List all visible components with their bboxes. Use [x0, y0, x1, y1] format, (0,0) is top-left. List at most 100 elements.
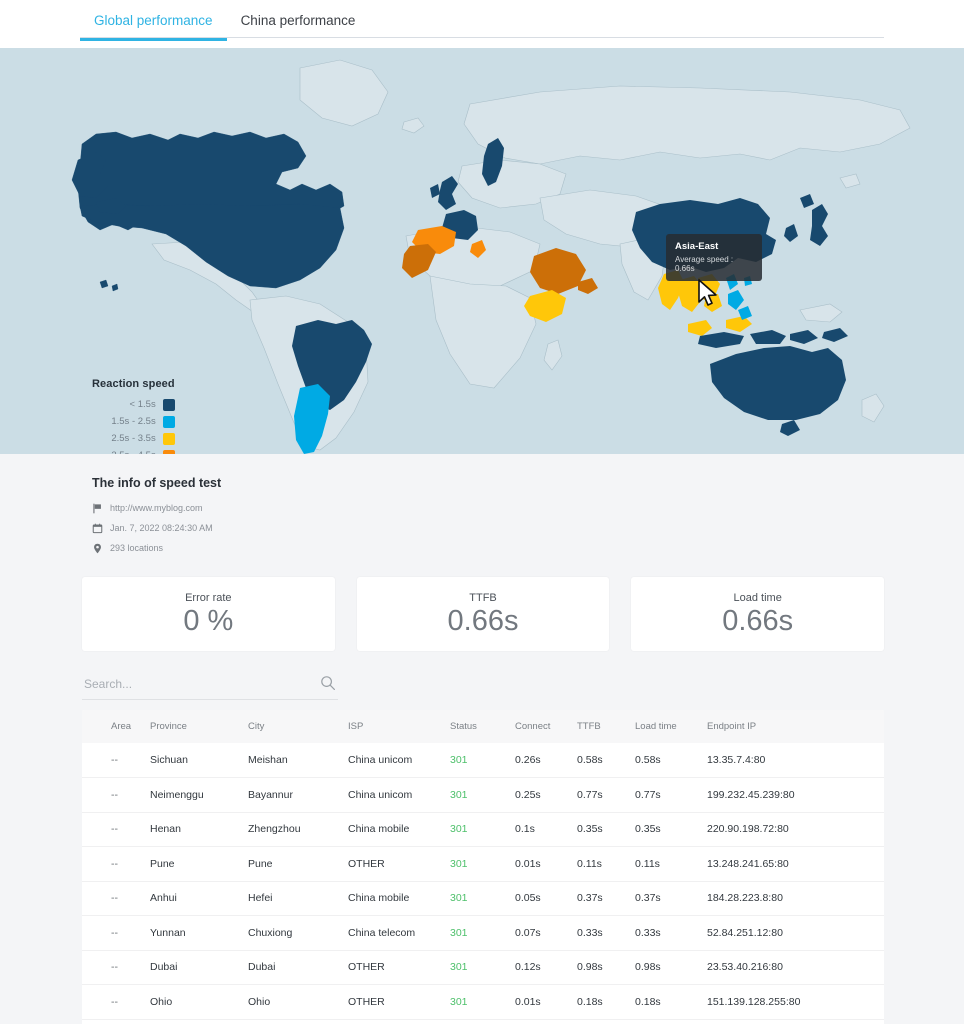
- col-header-province[interactable]: Province: [150, 710, 248, 743]
- table-row[interactable]: -- Ohio Ohio OTHER 301 0.01s 0.18s 0.18s…: [82, 984, 884, 1020]
- speed-test-info-title: The info of speed test: [92, 476, 222, 490]
- cell-load-time: 0.18s: [635, 984, 707, 1020]
- cell-endpoint-ip: 220.90.198.72:80: [707, 812, 884, 847]
- info-row-locations: 293 locations: [92, 539, 964, 557]
- metric-card-ttfb: TTFB 0.66s: [356, 577, 610, 651]
- metric-error-rate-value: 0 %: [183, 604, 234, 637]
- cell-status: 301: [450, 812, 515, 847]
- legend-item-1: 1.5s - 2.5s: [92, 413, 175, 430]
- results-table-head: Area Province City ISP Status Connect TT…: [82, 710, 884, 743]
- legend-item-0: < 1.5s: [92, 396, 175, 413]
- cell-area: --: [82, 984, 150, 1020]
- cell-endpoint-ip: 13.248.241.65:80: [707, 846, 884, 882]
- cell-status: 301: [450, 881, 515, 916]
- cell-area: --: [82, 915, 150, 951]
- metric-error-rate-label: Error rate: [185, 591, 232, 604]
- cell-status: 301: [450, 950, 515, 985]
- cell-load-time: 0.35s: [635, 812, 707, 847]
- cell-isp: China mobile: [348, 881, 450, 916]
- table-row[interactable]: -- Yunnan Chuxiong China telecom 301 0.0…: [82, 915, 884, 951]
- cell-province: Henan: [150, 812, 248, 847]
- cell-area: --: [82, 812, 150, 847]
- mouse-cursor-icon: [698, 279, 717, 306]
- cell-city: Ohio: [248, 984, 348, 1020]
- cell-endpoint-ip: 13.35.7.4:80: [707, 743, 884, 778]
- col-header-isp[interactable]: ISP: [348, 710, 450, 743]
- cell-province: Yunnan: [150, 915, 248, 951]
- table-row[interactable]: -- Dubai Dubai OTHER 301 0.12s 0.98s 0.9…: [82, 950, 884, 985]
- metric-card-load-time: Load time 0.66s: [631, 577, 885, 651]
- col-header-area[interactable]: Area: [82, 710, 150, 743]
- table-row[interactable]: -- Neimenggu Bayannur China unicom 301 0…: [82, 777, 884, 813]
- info-locations-text: 293 locations: [110, 543, 164, 553]
- metric-load-time-label: Load time: [733, 591, 782, 604]
- cell-isp: China telecom: [348, 915, 450, 951]
- table-row[interactable]: -- Anhui Hefei China mobile 301 0.05s 0.…: [82, 881, 884, 916]
- map-legend-title: Reaction speed: [92, 378, 175, 390]
- world-map[interactable]: Reaction speed < 1.5s 1.5s - 2.5s 2.5s -…: [0, 48, 964, 454]
- col-header-status[interactable]: Status: [450, 710, 515, 743]
- map-legend: Reaction speed < 1.5s 1.5s - 2.5s 2.5s -…: [92, 378, 175, 454]
- cell-connect: 0.25s: [515, 777, 577, 813]
- cell-endpoint-ip: 23.53.40.216:80: [707, 950, 884, 985]
- cell-ttfb: 0.77s: [577, 777, 635, 813]
- results-table-card: Area Province City ISP Status Connect TT…: [82, 710, 884, 1024]
- cell-province: Anhui: [150, 881, 248, 916]
- table-row[interactable]: -- Pune Pune OTHER 301 0.01s 0.11s 0.11s…: [82, 846, 884, 882]
- cell-status: 301: [450, 777, 515, 813]
- cell-connect: 0.01s: [515, 984, 577, 1020]
- legend-item-3-swatch: [162, 449, 175, 454]
- cell-ttfb: 0.18s: [577, 984, 635, 1020]
- cell-status: 301: [450, 984, 515, 1020]
- info-date-text: Jan. 7, 2022 08:24:30 AM: [110, 523, 213, 533]
- legend-item-2-swatch: [162, 432, 175, 445]
- cell-isp: China unicom: [348, 777, 450, 813]
- search-bar[interactable]: [82, 670, 338, 700]
- results-table: Area Province City ISP Status Connect TT…: [82, 710, 884, 1020]
- cell-isp: OTHER: [348, 846, 450, 882]
- col-header-connect[interactable]: Connect: [515, 710, 577, 743]
- legend-item-1-label: 1.5s - 2.5s: [111, 416, 156, 427]
- results-table-body: -- Sichuan Meishan China unicom 301 0.26…: [82, 743, 884, 1020]
- table-header-row: Area Province City ISP Status Connect TT…: [82, 710, 884, 743]
- speed-test-info: The info of speed test http://www.myblog…: [0, 454, 964, 557]
- cell-status: 301: [450, 915, 515, 951]
- legend-item-3: 3.5s - 4.5s: [92, 447, 175, 454]
- legend-item-0-swatch: [162, 398, 175, 411]
- col-header-ttfb[interactable]: TTFB: [577, 710, 635, 743]
- cell-load-time: 0.11s: [635, 846, 707, 882]
- cell-endpoint-ip: 184.28.223.8:80: [707, 881, 884, 916]
- legend-item-2: 2.5s - 3.5s: [92, 430, 175, 447]
- calendar-icon: [92, 523, 103, 533]
- cell-city: Zhengzhou: [248, 812, 348, 847]
- tab-list: Global performance China performance: [80, 0, 370, 41]
- cell-city: Meishan: [248, 743, 348, 778]
- metric-card-error-rate: Error rate 0 %: [82, 577, 335, 651]
- metric-cards: Error rate 0 % TTFB 0.66s Load time 0.66…: [0, 559, 964, 651]
- col-header-load-time[interactable]: Load time: [635, 710, 707, 743]
- search-icon[interactable]: [320, 675, 336, 691]
- cell-isp: OTHER: [348, 950, 450, 985]
- search-input[interactable]: [82, 670, 297, 698]
- cell-endpoint-ip: 199.232.45.239:80: [707, 777, 884, 813]
- cell-load-time: 0.37s: [635, 881, 707, 916]
- table-row[interactable]: -- Sichuan Meishan China unicom 301 0.26…: [82, 743, 884, 778]
- cell-city: Chuxiong: [248, 915, 348, 951]
- col-header-city[interactable]: City: [248, 710, 348, 743]
- cell-city: Bayannur: [248, 777, 348, 813]
- flag-icon: [93, 503, 101, 513]
- legend-item-2-label: 2.5s - 3.5s: [111, 433, 156, 444]
- cell-status: 301: [450, 743, 515, 778]
- tab-global-performance[interactable]: Global performance: [80, 0, 227, 41]
- cell-connect: 0.01s: [515, 846, 577, 882]
- legend-item-1-swatch: [162, 415, 175, 428]
- cell-city: Dubai: [248, 950, 348, 985]
- table-row[interactable]: -- Henan Zhengzhou China mobile 301 0.1s…: [82, 812, 884, 847]
- cell-status: 301: [450, 846, 515, 882]
- tab-china-performance[interactable]: China performance: [227, 0, 370, 39]
- metric-ttfb-value: 0.66s: [447, 604, 519, 637]
- cell-load-time: 0.58s: [635, 743, 707, 778]
- cell-ttfb: 0.33s: [577, 915, 635, 951]
- col-header-endpoint-ip[interactable]: Endpoint IP: [707, 710, 884, 743]
- cell-province: Sichuan: [150, 743, 248, 778]
